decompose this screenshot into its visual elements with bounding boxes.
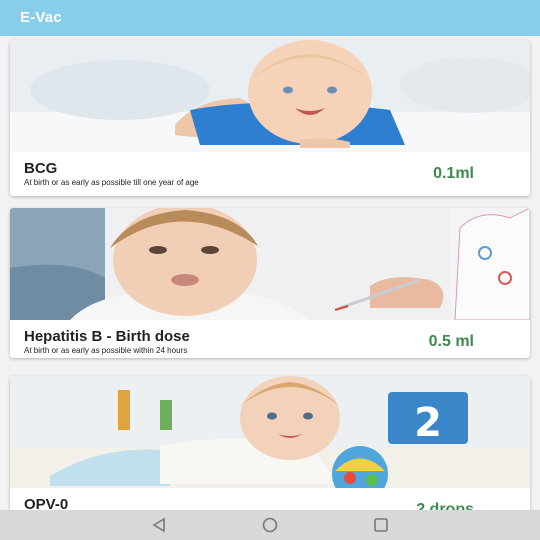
vaccine-description: At birth or as early as possible within … (24, 346, 188, 355)
vaccine-dose: 2 drops (416, 501, 474, 510)
vaccine-photo: 2 (10, 376, 530, 488)
vaccine-dose: 0.5 ml (428, 333, 474, 350)
svg-text:2: 2 (414, 400, 442, 446)
vaccine-photo (10, 208, 530, 320)
vaccine-card-hepatitis-b[interactable]: Hepatitis B - Birth dose At birth or as … (10, 208, 530, 358)
app-title: E-Vac (20, 9, 62, 26)
home-circle-icon[interactable] (260, 515, 280, 535)
vaccine-name: OPV-0 (24, 496, 69, 510)
recents-square-icon[interactable] (371, 515, 391, 535)
vaccine-card-bcg[interactable]: BCG At birth or as early as possible til… (10, 40, 530, 196)
vaccine-description: At birth or as early as possible till on… (24, 178, 199, 187)
back-triangle-icon[interactable] (149, 515, 169, 535)
vaccine-photo (10, 40, 530, 152)
vaccine-name: BCG (24, 160, 58, 177)
vaccine-name: Hepatitis B - Birth dose (24, 328, 190, 345)
app-bar: E-Vac (0, 0, 540, 36)
vaccine-card-opv-0[interactable]: 2 OPV-0 2 drops (10, 376, 530, 510)
android-navigation-bar (0, 510, 540, 540)
vaccine-dose: 0.1ml (433, 165, 474, 182)
vaccine-list[interactable]: BCG At birth or as early as possible til… (0, 36, 540, 510)
